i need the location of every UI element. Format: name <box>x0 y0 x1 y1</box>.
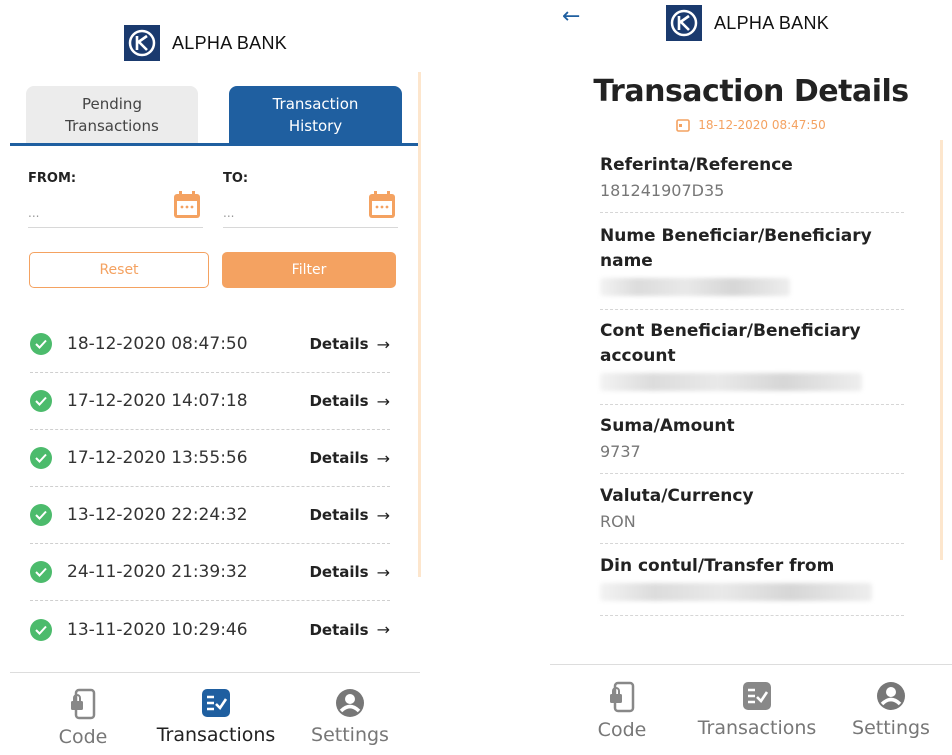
calendar-icon[interactable] <box>367 190 397 224</box>
nav-settings-label: Settings <box>852 717 930 739</box>
tabs-underline <box>10 143 418 146</box>
field-value: 181241907D35 <box>600 181 725 200</box>
scrollbar[interactable] <box>418 72 421 577</box>
arrow-right-icon[interactable]: → <box>377 563 390 582</box>
reset-button[interactable]: Reset <box>29 252 209 288</box>
transactions-icon <box>743 682 771 710</box>
field-label: Din contul/Transfer from <box>600 556 835 576</box>
success-check-icon <box>30 618 52 641</box>
nav-code-label: Code <box>58 726 108 748</box>
success-check-icon <box>30 333 52 355</box>
phone-lock-icon <box>610 681 635 713</box>
arrow-right-icon[interactable]: → <box>377 620 390 639</box>
nav-transactions[interactable]: Transactions <box>691 681 823 739</box>
back-arrow-icon[interactable]: ← <box>562 4 580 29</box>
alpha-bank-logo-icon <box>666 5 702 41</box>
nav-transactions[interactable]: Transactions <box>150 688 282 746</box>
transaction-date-value: 18-12-2020 08:47:50 <box>698 118 826 132</box>
phone-lock-icon <box>71 688 96 720</box>
tab-transaction-history[interactable]: Transaction History <box>229 86 402 144</box>
field-label: Nume Beneficiar/Beneficiary name <box>600 226 872 271</box>
transaction-date: 18-12-2020 08:47:50 <box>67 334 248 354</box>
details-link[interactable]: Details <box>309 392 368 410</box>
details-link[interactable]: Details <box>309 563 368 581</box>
success-check-icon <box>30 561 52 583</box>
account-circle-icon <box>336 689 364 717</box>
transaction-date: 24-11-2020 21:39:32 <box>67 562 248 582</box>
to-label: TO: <box>223 171 249 186</box>
redacted-value <box>600 278 790 296</box>
nav-code[interactable]: Code <box>594 681 650 741</box>
nav-transactions-label: Transactions <box>697 717 817 739</box>
app-logo: ALPHA BANK <box>666 5 829 41</box>
transaction-history-screen: ALPHA BANK Pending Transactions Transact… <box>0 0 432 755</box>
calendar-icon[interactable] <box>172 190 202 224</box>
details-link[interactable]: Details <box>309 449 368 467</box>
brand-name: ALPHA BANK <box>714 12 830 33</box>
nav-settings[interactable]: Settings <box>843 681 939 739</box>
arrow-right-icon[interactable]: → <box>377 335 390 354</box>
currency-field: Valuta/Currency RON <box>600 484 904 544</box>
reference-field: Referinta/Reference 181241907D35 <box>600 153 904 213</box>
success-check-icon <box>30 447 52 469</box>
transactions-icon <box>202 689 230 717</box>
bottom-nav-divider <box>10 672 420 673</box>
details-link[interactable]: Details <box>309 506 368 524</box>
filter-button[interactable]: Filter <box>222 252 396 288</box>
bottom-nav-divider <box>550 664 952 665</box>
page-title: Transaction Details <box>593 74 909 109</box>
field-label: Cont Beneficiar/Beneficiary account <box>600 321 861 366</box>
transaction-row[interactable]: 17-12-2020 13:55:56 Details → <box>30 430 390 487</box>
redacted-value <box>600 373 862 391</box>
transaction-date: 13-12-2020 22:24:32 <box>67 505 248 525</box>
transaction-date: 13-11-2020 10:29:46 <box>67 619 248 640</box>
beneficiary-account-field: Cont Beneficiar/Beneficiary account <box>600 319 904 405</box>
beneficiary-name-field: Nume Beneficiar/Beneficiary name <box>600 224 904 310</box>
field-label: Suma/Amount <box>600 416 735 436</box>
transaction-row[interactable]: 17-12-2020 14:07:18 Details → <box>30 373 390 430</box>
transaction-row[interactable]: 13-11-2020 10:29:46 Details → <box>30 601 390 658</box>
calendar-icon <box>676 119 691 132</box>
arrow-right-icon[interactable]: → <box>377 449 390 468</box>
details-link[interactable]: Details <box>309 621 368 639</box>
nav-code-label: Code <box>597 719 647 741</box>
redacted-value <box>600 583 872 601</box>
field-value: RON <box>600 512 636 531</box>
transaction-date: 17-12-2020 13:55:56 <box>67 448 248 468</box>
field-label: Referinta/Reference <box>600 155 793 175</box>
transaction-row[interactable]: 18-12-2020 08:47:50 Details → <box>30 316 390 373</box>
amount-field: Suma/Amount 9737 <box>600 414 904 474</box>
success-check-icon <box>30 390 52 412</box>
alpha-bank-logo-icon <box>124 25 160 61</box>
transaction-details-screen: ← ALPHA BANK Transaction Details 18-12-2… <box>550 0 952 755</box>
brand-name: ALPHA BANK <box>172 32 288 53</box>
nav-code[interactable]: Code <box>55 688 111 748</box>
scrollbar[interactable] <box>940 140 943 560</box>
app-logo: ALPHA BANK <box>124 25 287 61</box>
nav-transactions-label: Transactions <box>156 724 276 746</box>
account-circle-icon <box>877 682 905 710</box>
transfer-from-field: Din contul/Transfer from <box>600 554 904 616</box>
transaction-row[interactable]: 24-11-2020 21:39:32 Details → <box>30 544 390 601</box>
transaction-row[interactable]: 13-12-2020 22:24:32 Details → <box>30 487 390 544</box>
success-check-icon <box>30 504 52 526</box>
transaction-date: 17-12-2020 14:07:18 <box>67 391 248 411</box>
arrow-right-icon[interactable]: → <box>377 506 390 525</box>
nav-settings-label: Settings <box>311 724 389 746</box>
field-label: Valuta/Currency <box>600 486 754 506</box>
details-link[interactable]: Details <box>309 335 368 353</box>
nav-settings[interactable]: Settings <box>302 688 398 746</box>
arrow-right-icon[interactable]: → <box>377 392 390 411</box>
transaction-timestamp: 18-12-2020 08:47:50 <box>550 118 952 132</box>
field-value: 9737 <box>600 442 641 461</box>
tab-pending-transactions[interactable]: Pending Transactions <box>26 86 198 144</box>
from-label: FROM: <box>28 171 77 186</box>
